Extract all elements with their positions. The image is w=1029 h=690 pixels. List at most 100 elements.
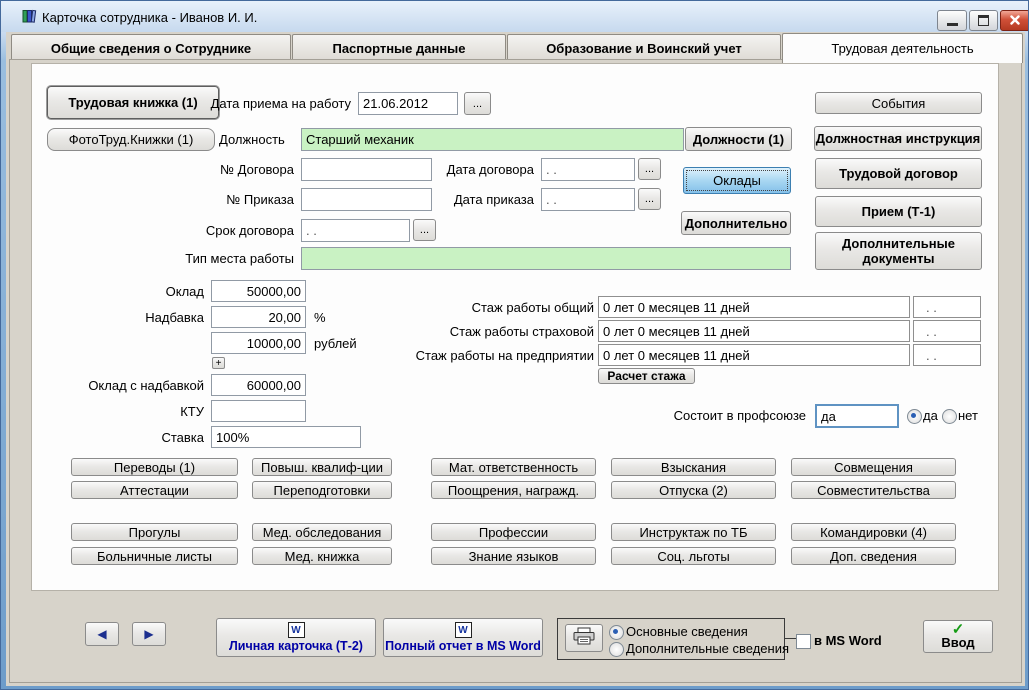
rewards-button[interactable]: Поощрения, награжд. <box>431 481 596 499</box>
next-record-button[interactable]: ▶ <box>132 622 166 646</box>
plus-button[interactable]: + <box>212 357 225 369</box>
union-yes-label: да <box>923 408 938 423</box>
tab-general-info[interactable]: Общие сведения о Сотруднике <box>11 34 291 62</box>
salary-label: Оклад <box>104 284 204 299</box>
hire-date-input[interactable]: 21.06.2012 <box>358 92 458 115</box>
experience-total-label: Стаж работы общий <box>386 300 594 315</box>
additional-info-radio[interactable] <box>609 642 624 657</box>
word-icon: W <box>455 622 472 638</box>
professions-button[interactable]: Профессии <box>431 523 596 541</box>
ms-word-checkbox[interactable] <box>796 634 811 649</box>
window-title: Карточка сотрудника - Иванов И. И. <box>42 10 257 25</box>
contract-date-input[interactable]: . . <box>541 158 635 181</box>
employee-card-window: Карточка сотрудника - Иванов И. И. Общие… <box>0 0 1029 690</box>
retraining-button[interactable]: Переподготовки <box>252 481 392 499</box>
additional-button[interactable]: Дополнительно <box>681 211 791 235</box>
experience-company-value[interactable]: 0 лет 0 месяцев 11 дней <box>598 344 910 366</box>
experience-company-label: Стаж работы на предприятии <box>386 348 594 363</box>
work-place-type-label: Тип места работы <box>164 251 294 266</box>
sick-leaves-button[interactable]: Больничные листы <box>71 547 238 565</box>
medical-book-button[interactable]: Мед. книжка <box>252 547 392 565</box>
absences-button[interactable]: Прогулы <box>71 523 238 541</box>
order-no-input[interactable] <box>301 188 432 211</box>
ms-word-checkbox-label: в MS Word <box>814 633 882 648</box>
tab-labor-activity[interactable]: Трудовая деятельность <box>782 33 1023 63</box>
positions-button[interactable]: Должности (1) <box>685 127 792 151</box>
safety-briefing-button[interactable]: Инструктаж по ТБ <box>611 523 776 541</box>
tab-passport-data[interactable]: Паспортные данные <box>292 34 506 62</box>
salary-input[interactable]: 50000,00 <box>211 280 306 302</box>
languages-button[interactable]: Знание языков <box>431 547 596 565</box>
union-no-label: нет <box>958 408 978 423</box>
material-responsibility-button[interactable]: Мат. ответственность <box>431 458 596 476</box>
salary-with-bonus-input[interactable]: 60000,00 <box>211 374 306 396</box>
salaries-button[interactable]: Оклады <box>683 167 791 194</box>
printer-icon <box>572 627 596 649</box>
print-button[interactable] <box>565 624 603 652</box>
full-report-word-label: Полный отчет в MS Word <box>385 639 541 653</box>
full-report-word-button[interactable]: W Полный отчет в MS Word <box>383 618 543 657</box>
contract-no-input[interactable] <box>301 158 432 181</box>
hiring-t1-button[interactable]: Прием (Т-1) <box>815 196 982 227</box>
enter-button[interactable]: ✓ Ввод <box>923 620 993 653</box>
experience-insurance-value[interactable]: 0 лет 0 месяцев 11 дней <box>598 320 910 342</box>
labor-contract-button[interactable]: Трудовой договор <box>815 158 982 189</box>
main-info-radio[interactable] <box>609 625 624 640</box>
photo-work-book-button[interactable]: ФотоТруд.Книжки (1) <box>47 128 215 151</box>
app-icon <box>21 8 37 24</box>
union-yes-radio[interactable] <box>907 409 922 424</box>
additional-documents-button[interactable]: Дополнительные документы <box>815 232 982 270</box>
medical-examinations-button[interactable]: Мед. обследования <box>252 523 392 541</box>
word-icon: W <box>288 622 305 638</box>
bonus-rub-input[interactable]: 10000,00 <box>211 332 306 354</box>
ktu-label: КТУ <box>104 404 204 419</box>
restore-button[interactable] <box>969 10 998 31</box>
contract-term-picker-button[interactable]: ... <box>413 219 436 241</box>
vacations-button[interactable]: Отпуска (2) <box>611 481 776 499</box>
ktu-input[interactable] <box>211 400 306 422</box>
experience-company-date[interactable]: . . <box>913 344 981 366</box>
attestations-button[interactable]: Аттестации <box>71 481 238 499</box>
work-place-type-input[interactable] <box>301 247 791 270</box>
combinations-button[interactable]: Совмещения <box>791 458 956 476</box>
prev-icon: ◀ <box>97 627 106 641</box>
union-no-radio[interactable] <box>942 409 957 424</box>
bonus-label: Надбавка <box>104 310 204 325</box>
union-label: Состоит в профсоюзе <box>646 408 806 423</box>
minimize-button[interactable] <box>937 10 967 31</box>
hire-date-picker-button[interactable]: ... <box>464 92 491 115</box>
order-date-input[interactable]: . . <box>541 188 635 211</box>
personal-card-t2-button[interactable]: W Личная карточка (Т-2) <box>216 618 376 657</box>
percent-sign: % <box>314 310 326 325</box>
tab-education-military[interactable]: Образование и Воинский учет <box>507 34 781 62</box>
business-trips-button[interactable]: Командировки (4) <box>791 523 956 541</box>
contract-term-input[interactable]: . . <box>301 219 410 242</box>
experience-total-date[interactable]: . . <box>913 296 981 318</box>
social-benefits-button[interactable]: Соц. льготы <box>611 547 776 565</box>
position-input[interactable]: Старший механик <box>301 128 684 151</box>
next-icon: ▶ <box>144 627 153 641</box>
job-instruction-button[interactable]: Должностная инструкция <box>814 126 982 151</box>
contract-term-label: Срок договора <box>184 223 294 238</box>
main-info-radio-label: Основные сведения <box>626 624 748 639</box>
additional-info-button[interactable]: Доп. сведения <box>791 547 956 565</box>
second-jobs-button[interactable]: Совместительства <box>791 481 956 499</box>
order-date-picker-button[interactable]: ... <box>638 188 661 210</box>
contract-date-picker-button[interactable]: ... <box>638 158 661 180</box>
transfers-button[interactable]: Переводы (1) <box>71 458 238 476</box>
prev-record-button[interactable]: ◀ <box>85 622 119 646</box>
personal-card-t2-label: Личная карточка (Т-2) <box>229 639 363 653</box>
bonus-percent-input[interactable]: 20,00 <box>211 306 306 328</box>
qualification-upgrade-button[interactable]: Повыш. квалиф-ции <box>252 458 392 476</box>
contract-date-label: Дата договора <box>429 162 534 177</box>
union-input[interactable]: да <box>815 404 899 428</box>
experience-total-value[interactable]: 0 лет 0 месяцев 11 дней <box>598 296 910 318</box>
close-button[interactable] <box>1000 10 1029 31</box>
calc-experience-button[interactable]: Расчет стажа <box>598 368 695 384</box>
rate-input[interactable]: 100% <box>211 426 361 448</box>
experience-insurance-date[interactable]: . . <box>913 320 981 342</box>
restore-icon <box>978 15 989 26</box>
events-button[interactable]: События <box>815 92 982 114</box>
penalties-button[interactable]: Взыскания <box>611 458 776 476</box>
rub-label: рублей <box>314 336 357 351</box>
